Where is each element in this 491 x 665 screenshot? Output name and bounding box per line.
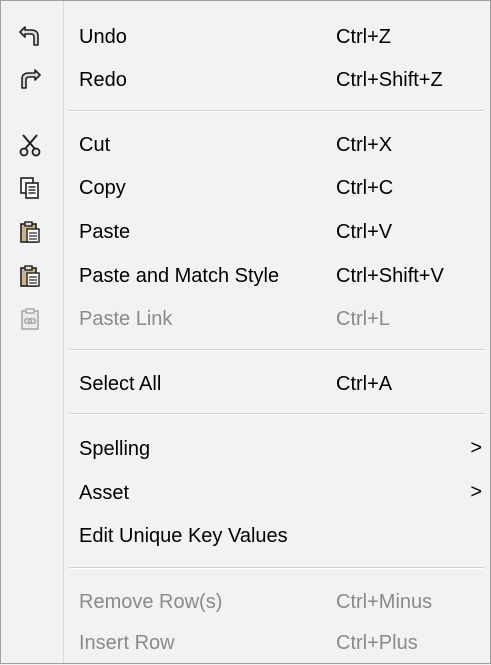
menu-item-shortcut: Ctrl+A bbox=[336, 373, 393, 395]
context-menu: Undo Ctrl+Z Redo Ctrl+Shift+Z Cut Ctrl+X bbox=[0, 0, 491, 664]
menu-item-shortcut: Ctrl+X bbox=[336, 134, 393, 156]
undo-icon bbox=[18, 25, 42, 49]
menu-item-shortcut: Ctrl+L bbox=[336, 308, 390, 330]
menu-item-undo[interactable]: Undo Ctrl+Z bbox=[1, 15, 490, 59]
menu-item-shortcut: Ctrl+V bbox=[336, 221, 393, 243]
menu-item-cut[interactable]: Cut Ctrl+X bbox=[1, 123, 490, 167]
menu-item-label: Asset bbox=[79, 482, 130, 504]
menu-item-label: Paste bbox=[79, 221, 131, 243]
submenu-arrow-icon: > bbox=[470, 481, 482, 503]
redo-icon bbox=[18, 68, 42, 92]
menu-item-copy[interactable]: Copy Ctrl+C bbox=[1, 166, 490, 210]
menu-item-shortcut: Ctrl+Plus bbox=[336, 632, 418, 654]
menu-item-paste-and-match-style[interactable]: Paste and Match Style Ctrl+Shift+V bbox=[1, 254, 490, 298]
menu-item-remove-rows: Remove Row(s) Ctrl+Minus bbox=[1, 580, 490, 624]
menu-item-label: Paste Link bbox=[79, 308, 173, 330]
menu-item-shortcut: Ctrl+C bbox=[336, 177, 394, 199]
clipboard-icon bbox=[18, 220, 42, 244]
menu-item-asset[interactable]: Asset > bbox=[1, 471, 490, 515]
menu-item-select-all[interactable]: Select All Ctrl+A bbox=[1, 362, 490, 406]
menu-separator bbox=[69, 567, 484, 569]
menu-item-label: Select All bbox=[79, 373, 162, 395]
menu-item-shortcut: Ctrl+Shift+V bbox=[336, 265, 444, 287]
menu-item-label: Edit Unique Key Values bbox=[79, 525, 288, 547]
scissors-icon bbox=[18, 133, 42, 157]
submenu-arrow-icon: > bbox=[470, 437, 482, 459]
menu-item-label: Undo bbox=[79, 26, 127, 48]
menu-separator bbox=[69, 110, 484, 112]
menu-item-label: Redo bbox=[79, 69, 127, 91]
menu-item-label: Paste and Match Style bbox=[79, 265, 280, 287]
menu-item-paste[interactable]: Paste Ctrl+V bbox=[1, 210, 490, 254]
menu-item-paste-link: Paste Link Ctrl+L bbox=[1, 297, 490, 341]
menu-item-shortcut: Ctrl+Z bbox=[336, 26, 391, 48]
menu-item-label: Insert Row bbox=[79, 632, 175, 654]
clipboard-icon bbox=[18, 264, 42, 288]
menu-item-shortcut: Ctrl+Minus bbox=[336, 591, 433, 613]
menu-item-label: Spelling bbox=[79, 438, 151, 460]
menu-separator bbox=[69, 349, 484, 351]
menu-item-redo[interactable]: Redo Ctrl+Shift+Z bbox=[1, 58, 490, 102]
menu-item-spelling[interactable]: Spelling > bbox=[1, 427, 490, 471]
menu-separator bbox=[69, 413, 484, 415]
menu-item-edit-unique-key-values[interactable]: Edit Unique Key Values bbox=[1, 514, 490, 558]
menu-item-shortcut: Ctrl+Shift+Z bbox=[336, 69, 443, 91]
clipboard-link-icon bbox=[18, 307, 42, 331]
menu-item-label: Remove Row(s) bbox=[79, 591, 223, 613]
menu-item-label: Copy bbox=[79, 177, 126, 199]
menu-item-insert-row: Insert Row Ctrl+Plus bbox=[1, 621, 490, 665]
copy-icon bbox=[18, 176, 42, 200]
menu-item-label: Cut bbox=[79, 134, 111, 156]
